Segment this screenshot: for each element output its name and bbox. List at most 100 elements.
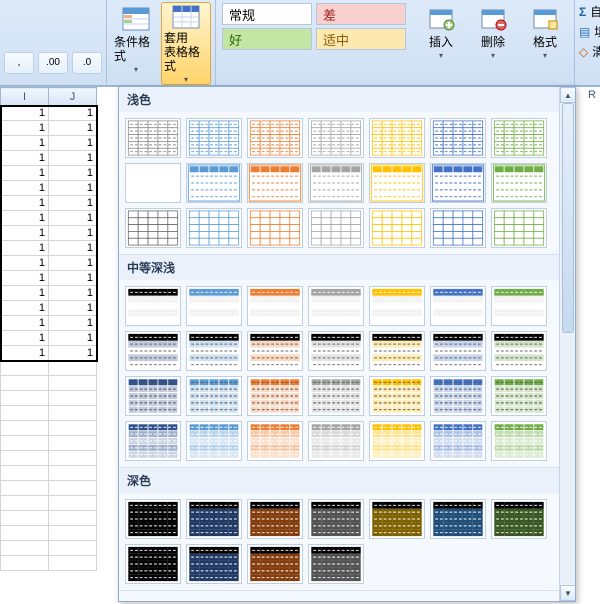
table-style-thumb[interactable] bbox=[369, 331, 425, 371]
autosum-button[interactable]: Σ 自动求和 bbox=[579, 3, 600, 20]
cell[interactable]: 1 bbox=[49, 301, 97, 316]
insert-button[interactable]: 插入 ▾ bbox=[416, 2, 466, 85]
cell[interactable]: 1 bbox=[49, 181, 97, 196]
table-style-thumb[interactable] bbox=[247, 421, 303, 461]
table-style-thumb[interactable] bbox=[308, 421, 364, 461]
cell[interactable]: 1 bbox=[1, 241, 49, 256]
format-button[interactable]: 格式 ▾ bbox=[520, 2, 570, 85]
cell[interactable] bbox=[1, 451, 49, 466]
cell[interactable] bbox=[49, 541, 97, 556]
table-style-thumb[interactable] bbox=[491, 331, 547, 371]
column-header[interactable]: I bbox=[1, 88, 49, 106]
cell[interactable]: 1 bbox=[49, 211, 97, 226]
cell[interactable]: 1 bbox=[1, 331, 49, 346]
cell[interactable] bbox=[1, 391, 49, 406]
scroll-thumb[interactable] bbox=[562, 103, 574, 333]
table-style-thumb[interactable] bbox=[308, 544, 364, 584]
table-style-thumb[interactable] bbox=[125, 163, 181, 203]
cell[interactable] bbox=[49, 496, 97, 511]
cell[interactable] bbox=[49, 391, 97, 406]
table-style-thumb[interactable] bbox=[125, 208, 181, 248]
table-style-thumb[interactable] bbox=[308, 118, 364, 158]
cell[interactable]: 1 bbox=[49, 331, 97, 346]
cell[interactable]: 1 bbox=[49, 226, 97, 241]
table-style-thumb[interactable] bbox=[491, 118, 547, 158]
table-style-thumb[interactable] bbox=[430, 163, 486, 203]
increase-decimal-button[interactable]: .00 bbox=[38, 52, 68, 74]
format-as-table-button[interactable]: 套用 表格格式 ▾ bbox=[161, 2, 211, 85]
column-header[interactable]: J bbox=[49, 88, 97, 106]
table-style-thumb[interactable] bbox=[125, 376, 181, 416]
cell[interactable] bbox=[1, 526, 49, 541]
table-style-thumb[interactable] bbox=[308, 163, 364, 203]
cell[interactable] bbox=[1, 481, 49, 496]
cell[interactable]: 1 bbox=[1, 106, 49, 121]
cell[interactable]: 1 bbox=[49, 136, 97, 151]
cell[interactable] bbox=[49, 376, 97, 391]
decrease-decimal-button[interactable]: .0 bbox=[72, 52, 102, 74]
cell[interactable] bbox=[1, 496, 49, 511]
table-style-thumb[interactable] bbox=[430, 499, 486, 539]
table-style-thumb[interactable] bbox=[430, 331, 486, 371]
cell[interactable]: 1 bbox=[49, 316, 97, 331]
table-style-thumb[interactable] bbox=[369, 163, 425, 203]
cell[interactable]: 1 bbox=[1, 316, 49, 331]
table-style-thumb[interactable] bbox=[125, 499, 181, 539]
table-style-thumb[interactable] bbox=[186, 163, 242, 203]
cell[interactable]: 1 bbox=[1, 121, 49, 136]
table-style-thumb[interactable] bbox=[491, 499, 547, 539]
table-style-thumb[interactable] bbox=[247, 499, 303, 539]
table-style-thumb[interactable] bbox=[491, 421, 547, 461]
table-style-thumb[interactable] bbox=[186, 331, 242, 371]
fill-button[interactable]: ▤ 填充 ▾ bbox=[579, 23, 600, 40]
cell[interactable] bbox=[1, 406, 49, 421]
cell[interactable]: 1 bbox=[49, 106, 97, 121]
cell[interactable] bbox=[49, 556, 97, 571]
table-style-thumb[interactable] bbox=[369, 286, 425, 326]
cell[interactable] bbox=[1, 376, 49, 391]
table-style-thumb[interactable] bbox=[491, 376, 547, 416]
table-style-thumb[interactable] bbox=[247, 286, 303, 326]
gallery-scrollbar[interactable]: ▲ ▼ bbox=[559, 87, 575, 601]
comma-style-button[interactable]: , bbox=[4, 52, 34, 74]
cell[interactable] bbox=[49, 466, 97, 481]
delete-button[interactable]: 删除 ▾ bbox=[468, 2, 518, 85]
table-style-thumb[interactable] bbox=[186, 376, 242, 416]
table-style-thumb[interactable] bbox=[247, 208, 303, 248]
cell[interactable]: 1 bbox=[49, 121, 97, 136]
cell[interactable] bbox=[1, 556, 49, 571]
cell[interactable] bbox=[1, 466, 49, 481]
table-style-thumb[interactable] bbox=[247, 118, 303, 158]
cell[interactable]: 1 bbox=[1, 136, 49, 151]
conditional-formatting-button[interactable]: 条件格式 ▾ bbox=[111, 2, 161, 85]
table-style-thumb[interactable] bbox=[308, 208, 364, 248]
cell[interactable]: 1 bbox=[1, 211, 49, 226]
cell[interactable]: 1 bbox=[1, 256, 49, 271]
table-style-thumb[interactable] bbox=[247, 163, 303, 203]
cell[interactable] bbox=[49, 481, 97, 496]
cell[interactable]: 1 bbox=[1, 196, 49, 211]
cell-style-good[interactable]: 好 bbox=[222, 28, 312, 50]
cell[interactable] bbox=[49, 406, 97, 421]
table-style-thumb[interactable] bbox=[125, 421, 181, 461]
table-style-thumb[interactable] bbox=[125, 331, 181, 371]
table-style-thumb[interactable] bbox=[186, 544, 242, 584]
scroll-down-button[interactable]: ▼ bbox=[560, 585, 576, 601]
cell[interactable]: 1 bbox=[1, 286, 49, 301]
table-style-thumb[interactable] bbox=[125, 118, 181, 158]
cell[interactable] bbox=[1, 421, 49, 436]
cell[interactable]: 1 bbox=[1, 271, 49, 286]
table-style-thumb[interactable] bbox=[491, 286, 547, 326]
table-style-thumb[interactable] bbox=[247, 376, 303, 416]
cell[interactable] bbox=[49, 421, 97, 436]
table-style-thumb[interactable] bbox=[369, 208, 425, 248]
cell[interactable] bbox=[49, 526, 97, 541]
cell[interactable]: 1 bbox=[49, 151, 97, 166]
cell-style-normal[interactable]: 常规 bbox=[222, 3, 312, 25]
table-style-thumb[interactable] bbox=[369, 376, 425, 416]
table-style-thumb[interactable] bbox=[308, 331, 364, 371]
cell[interactable]: 1 bbox=[49, 271, 97, 286]
cell[interactable]: 1 bbox=[49, 166, 97, 181]
cell[interactable]: 1 bbox=[49, 256, 97, 271]
table-style-thumb[interactable] bbox=[430, 208, 486, 248]
